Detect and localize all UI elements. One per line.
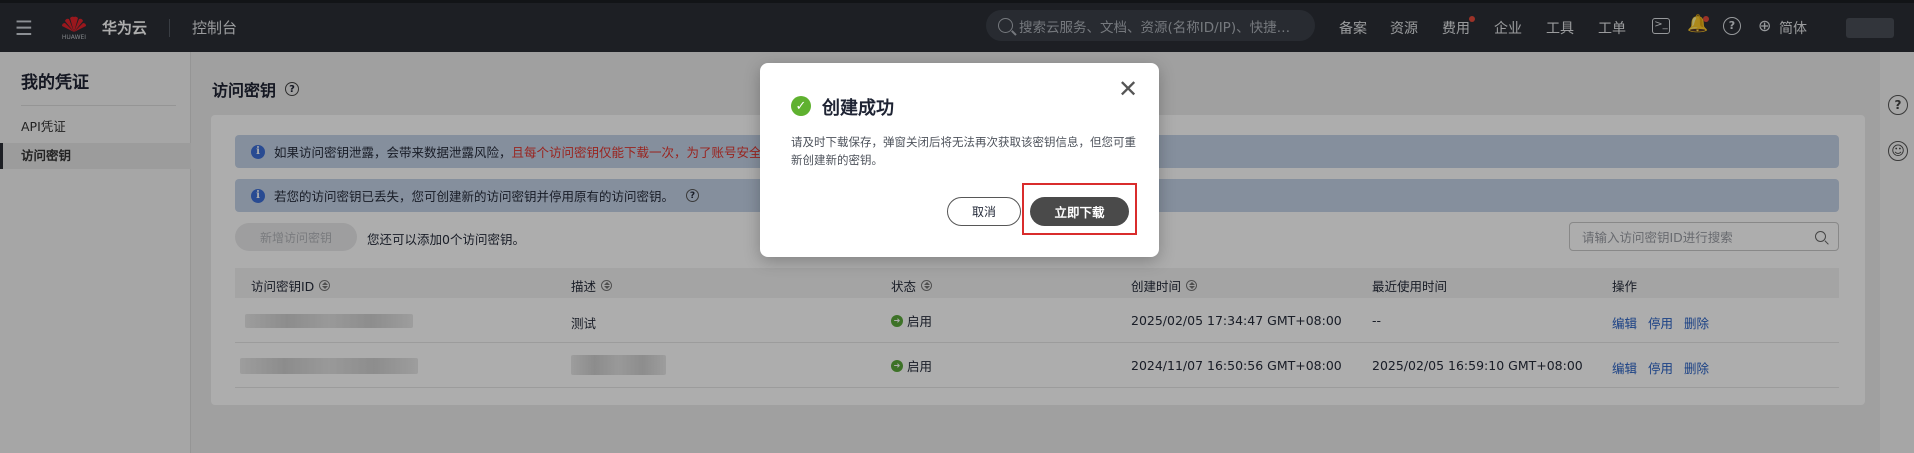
download-now-button[interactable]: 立即下载 bbox=[1030, 197, 1129, 226]
success-check-icon: ✓ bbox=[791, 96, 811, 116]
dialog-title: 创建成功 bbox=[822, 98, 894, 119]
create-success-dialog: ✓ 创建成功 ✕ 请及时下载保存，弹窗关闭后将无法再次获取该密钥信息，但您可重新… bbox=[760, 63, 1159, 257]
close-icon[interactable]: ✕ bbox=[1115, 76, 1141, 102]
dialog-message: 请及时下载保存，弹窗关闭后将无法再次获取该密钥信息，但您可重新创建新的密钥。 bbox=[791, 135, 1136, 167]
cancel-button[interactable]: 取消 bbox=[947, 197, 1021, 226]
